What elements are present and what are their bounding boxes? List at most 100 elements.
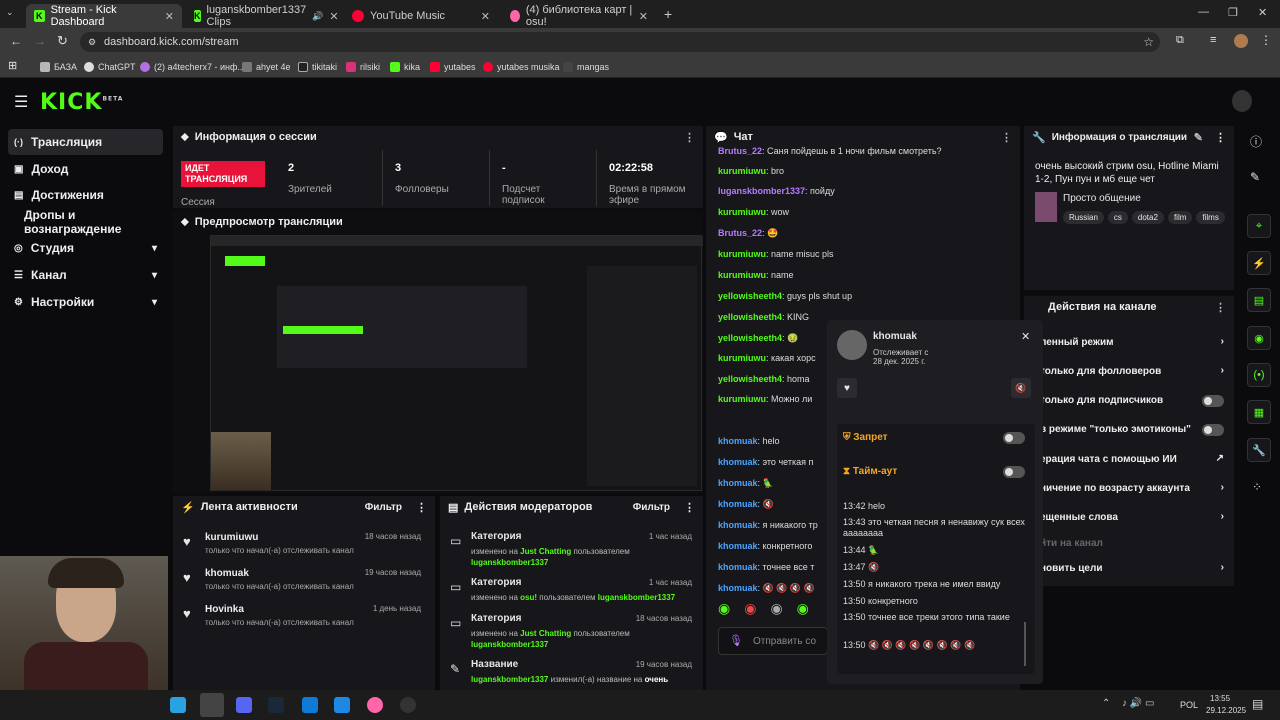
language-indicator[interactable]: POL <box>1180 700 1198 710</box>
channel-action-banned-words[interactable]: ещенные слова › <box>1040 511 1230 523</box>
edit-icon[interactable]: ✎ <box>1194 131 1203 144</box>
close-icon[interactable]: ✕ <box>165 10 174 23</box>
forward-icon[interactable]: → <box>34 34 46 48</box>
tray-icons[interactable]: ♪ 🔊 ▭ <box>1122 698 1154 709</box>
category-name[interactable]: Just Chatting <box>520 629 571 638</box>
tag[interactable]: Russian <box>1063 211 1104 224</box>
chat-send-input[interactable]: 🎙 Отправить со <box>718 627 828 655</box>
wrench-tool-icon[interactable]: 🔧 <box>1247 438 1271 462</box>
username-link[interactable]: luganskbomber1337 <box>471 640 548 649</box>
broadcast-tool-icon[interactable]: (•) <box>1247 363 1271 387</box>
chat-username[interactable]: khomuak <box>718 562 758 572</box>
user-avatar[interactable] <box>1232 90 1252 112</box>
more-icon[interactable]: ⋮ <box>1215 301 1226 314</box>
close-window-button[interactable]: ✕ <box>1258 6 1267 19</box>
tab-clips[interactable]: K luganskbomber1337 Clips 🔊 ✕ <box>186 4 340 28</box>
category-name[interactable]: osu! <box>520 593 537 602</box>
edge-icon[interactable] <box>302 697 318 713</box>
emote-icon[interactable]: ◉ <box>744 600 756 620</box>
bookmark-item[interactable]: ahyet 4e <box>242 59 291 75</box>
more-icon[interactable]: ⋮ <box>684 131 695 144</box>
emote-icon[interactable]: ◉ <box>770 600 782 620</box>
category-name[interactable]: Just Chatting <box>520 547 571 556</box>
chat-username[interactable]: khomuak <box>718 499 758 509</box>
apps-icon[interactable]: ⊞ <box>8 59 17 72</box>
chat-username[interactable]: luganskbomber1337 <box>718 186 805 196</box>
username-link[interactable]: luganskbomber1337 <box>471 675 548 684</box>
chat-username[interactable]: khomuak <box>718 478 758 488</box>
layout-tool-icon[interactable]: ▦ <box>1247 400 1271 424</box>
url-input[interactable]: ⚙ dashboard.kick.com/stream ☆ <box>80 32 1160 52</box>
chat-username[interactable]: khomuak <box>718 436 758 446</box>
activity-user[interactable]: kurumiuwu <box>205 532 258 543</box>
chat-username[interactable]: khomuak <box>718 583 758 593</box>
site-info-icon[interactable]: ⚙ <box>88 32 96 52</box>
tab-youtube-music[interactable]: YouTube Music ✕ <box>344 4 498 28</box>
channel-action-followers-only[interactable]: только для фолловеров › <box>1040 365 1230 377</box>
sidebar-item-settings[interactable]: ⚙ Настройки ▾ <box>8 289 163 315</box>
tag[interactable]: films <box>1196 211 1225 224</box>
emote-icon[interactable]: ◉ <box>797 600 809 620</box>
ban-toggle[interactable] <box>1003 432 1025 444</box>
bookmark-item[interactable]: БАЗА <box>40 59 77 75</box>
maximize-button[interactable]: ❐ <box>1228 6 1238 19</box>
more-icon[interactable]: ⋮ <box>684 501 695 514</box>
info-icon[interactable]: ⓘ <box>1250 133 1262 150</box>
tag[interactable]: film <box>1167 211 1193 224</box>
chrome-icon[interactable] <box>200 693 224 717</box>
filter-button[interactable]: Фильтр <box>633 502 670 513</box>
kick-logo[interactable]: KICKBETA <box>40 90 123 115</box>
bookmark-item[interactable]: tikitaki <box>298 59 337 75</box>
chat-username[interactable]: kurumiuwu <box>718 207 766 217</box>
channel-action-update-goals[interactable]: новить цели › <box>1040 562 1230 574</box>
bookmark-item[interactable]: yutabes <box>430 59 476 75</box>
activity-user[interactable]: khomuak <box>205 568 249 579</box>
chat-username[interactable]: khomuak <box>718 520 758 530</box>
sidebar-item-channel[interactable]: ☰ Канал ▾ <box>8 262 163 288</box>
reload-icon[interactable]: ↻ <box>57 33 68 49</box>
chat-tool-icon[interactable]: ◉ <box>1247 326 1271 350</box>
chat-username[interactable]: Brutus_22 <box>718 228 762 238</box>
app-icon[interactable] <box>334 697 350 713</box>
chat-username[interactable]: kurumiuwu <box>718 270 766 280</box>
chat-username[interactable]: khomuak <box>718 457 758 467</box>
target-tool-icon[interactable]: ⌖ <box>1247 214 1271 238</box>
chat-username[interactable]: yellowisheeth4 <box>718 333 782 343</box>
steam-icon[interactable] <box>268 697 284 713</box>
more-icon[interactable]: ⋮ <box>416 501 427 514</box>
bookmark-item[interactable]: ChatGPT <box>84 59 136 75</box>
bookmark-item[interactable]: (2) a4techerx7 - инф... <box>140 59 245 75</box>
bookmark-item[interactable]: rilsiki <box>346 59 380 75</box>
media-icon[interactable]: ≡ <box>1210 34 1216 46</box>
close-icon[interactable]: ✕ <box>481 10 490 23</box>
tab-list-icon[interactable]: ⌄ <box>6 7 20 21</box>
sidebar-item-drops[interactable]: Дропы и вознаграждение <box>18 208 168 236</box>
microphone-icon[interactable]: 🎙 <box>729 634 743 647</box>
discord-icon[interactable] <box>236 697 252 713</box>
channel-action-emote-only[interactable]: в режиме "только эмотиконы" <box>1040 424 1230 436</box>
chat-username[interactable]: Brutus_22 <box>718 146 762 156</box>
timeout-toggle[interactable] <box>1003 466 1025 478</box>
extensions-icon[interactable]: ⧉ <box>1176 34 1184 47</box>
telegram-icon[interactable] <box>170 697 186 713</box>
sidebar-item-stream[interactable]: (·) Трансляция <box>8 129 163 155</box>
activity-user[interactable]: Hovinka <box>205 604 244 615</box>
menu-icon[interactable]: ⋮ <box>1260 33 1272 47</box>
document-tool-icon[interactable]: ▤ <box>1247 288 1271 312</box>
filter-button[interactable]: Фильтр <box>365 502 402 513</box>
speaker-icon[interactable]: 🔊 <box>312 11 323 22</box>
chat-username[interactable]: kurumiuwu <box>718 353 766 363</box>
minimize-button[interactable]: — <box>1198 6 1209 18</box>
sidebar-item-studio[interactable]: ◎ Студия ▾ <box>8 235 163 261</box>
mute-user-icon[interactable]: 🔇 <box>1011 378 1031 398</box>
chat-username[interactable]: kurumiuwu <box>718 249 766 259</box>
bookmark-item[interactable]: kika <box>390 59 420 75</box>
chat-username[interactable]: kurumiuwu <box>718 394 766 404</box>
apps-tool-icon[interactable]: ⁘ <box>1252 480 1262 494</box>
chat-username[interactable]: yellowisheeth4 <box>718 291 782 301</box>
tab-kick-dashboard[interactable]: K Stream - Kick Dashboard ✕ <box>26 4 182 28</box>
more-icon[interactable]: ⋮ <box>1215 131 1226 144</box>
channel-action-ai-moderation[interactable]: ерация чата с помощью ИИ ↗ <box>1040 453 1230 465</box>
hamburger-menu-icon[interactable]: ☰ <box>14 92 28 112</box>
emote-icon[interactable]: ◉ <box>718 600 730 620</box>
